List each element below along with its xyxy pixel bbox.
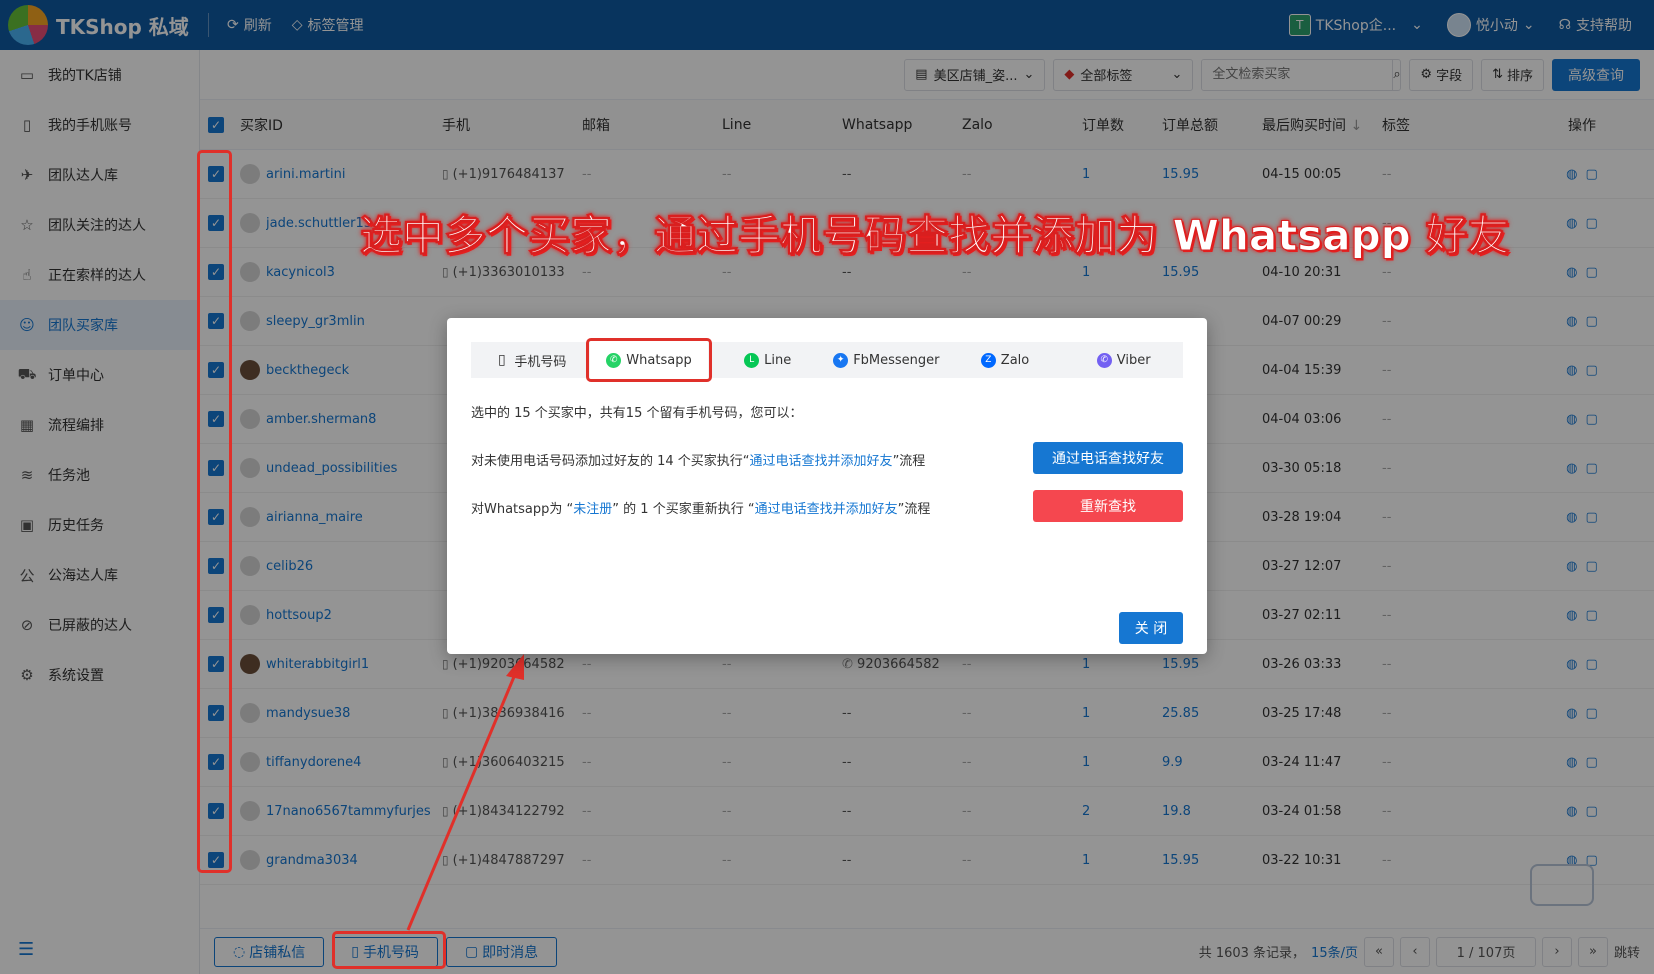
flow-link[interactable]: 通过电话查找并添加好友 (750, 454, 893, 469)
tab-手机号码[interactable]: ▯ 手机号码 (471, 342, 590, 378)
tab-label: Viber (1116, 352, 1151, 368)
contact-modal: ▯ 手机号码 ✆ Whatsapp L Line ✦ FbMessenger Z Zalo ✆ Vib… (447, 318, 1207, 654)
whatsapp-tab-highlight (586, 338, 712, 382)
close-button[interactable]: 关 闭 (1119, 612, 1183, 644)
modal-line-2: 对Whatsapp为 “未注册” 的 1 个买家重新执行 “通过电话查找并添加好… (471, 502, 931, 517)
line-icon: L (744, 352, 760, 368)
status-unregistered: 未注册 (573, 502, 613, 517)
tab-fbmessenger[interactable]: ✦ FbMessenger (827, 342, 946, 378)
checkbox-column-highlight (197, 150, 232, 873)
modal-line-1: 对未使用电话号码添加过好友的 14 个买家执行“通过电话查找并添加好友”流程 (471, 454, 926, 469)
retry-search-button[interactable]: 重新查找 (1033, 490, 1183, 522)
channel-tabs: ▯ 手机号码 ✆ Whatsapp L Line ✦ FbMessenger Z Zalo ✆ Vib… (471, 342, 1183, 378)
tab-label: Line (764, 352, 792, 368)
tab-label: Zalo (1000, 352, 1030, 368)
flow-link[interactable]: 通过电话查找并添加好友 (755, 502, 898, 517)
tab-viber[interactable]: ✆ Viber (1064, 342, 1183, 378)
tutorial-caption: 选中多个买家，通过手机号码查找并添加为 Whatsapp 好友 (359, 211, 1510, 261)
modal-summary: 选中的 15 个买家中，共有15 个留有手机号码，您可以： (471, 406, 803, 421)
phone-button-highlight (332, 931, 446, 969)
tab-zalo[interactable]: Z Zalo (946, 342, 1065, 378)
phone-icon: ▯ (497, 352, 506, 368)
find-friends-by-phone-button[interactable]: 通过电话查找好友 (1033, 442, 1183, 474)
viber-icon: ✆ (1096, 352, 1112, 368)
tab-label: FbMessenger (853, 352, 940, 368)
messenger-icon: ✦ (833, 352, 849, 368)
zalo-icon: Z (980, 352, 996, 368)
tab-label: 手机号码 (514, 354, 567, 370)
tab-line[interactable]: L Line (708, 342, 827, 378)
